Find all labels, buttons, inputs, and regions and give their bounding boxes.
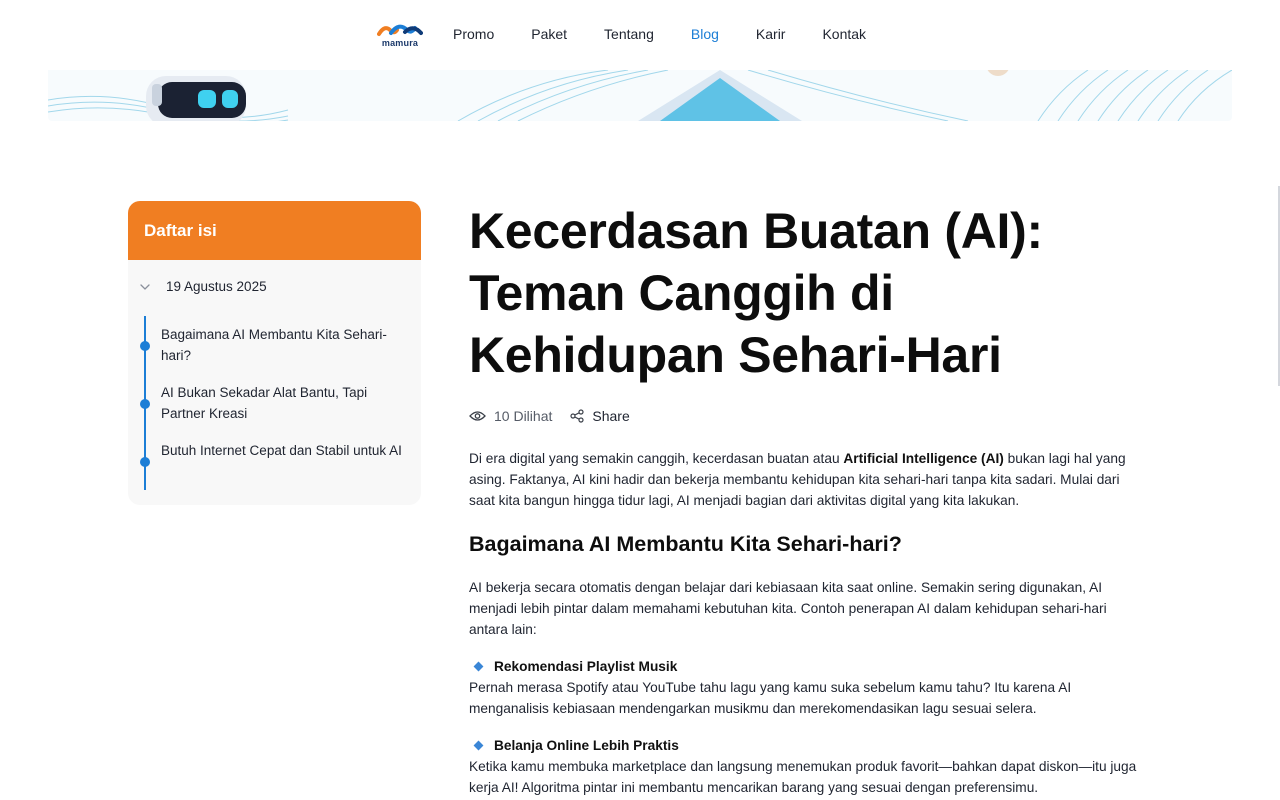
- diamond-bullet-icon: [473, 740, 484, 751]
- list-item-title-text: Rekomendasi Playlist Musik: [494, 659, 678, 674]
- article-meta: 10 Dilihat Share: [469, 405, 1149, 427]
- nav-promo[interactable]: Promo: [453, 26, 494, 46]
- house-illustration-icon: [638, 70, 802, 121]
- list-item-text: Ketika kamu membuka marketplace dan lang…: [469, 759, 1137, 795]
- toc-item-2[interactable]: AI Bukan Sekadar Alat Bantu, Tapi Partne…: [140, 382, 410, 424]
- nav-karir[interactable]: Karir: [756, 26, 786, 46]
- share-icon: [570, 409, 584, 423]
- toc-item-1[interactable]: Bagaimana AI Membantu Kita Sehari-hari?: [140, 324, 410, 366]
- share-button[interactable]: Share: [570, 408, 630, 424]
- article-title: Kecerdasan Buatan (AI): Teman Canggih di…: [469, 200, 1149, 386]
- robot-illustration-icon: [146, 76, 246, 121]
- article: Kecerdasan Buatan (AI): Teman Canggih di…: [469, 200, 1149, 798]
- title-line: Teman Canggih di: [469, 265, 894, 321]
- view-count: 10 Dilihat: [469, 408, 552, 424]
- toc-date-group[interactable]: 19 Agustus 2025: [140, 279, 267, 294]
- chevron-down-icon: [140, 283, 150, 290]
- diamond-bullet-icon: [473, 661, 484, 672]
- main-nav: Promo Paket Tentang Blog Karir Kontak: [453, 26, 903, 46]
- nav-blog[interactable]: Blog: [691, 26, 719, 46]
- share-label: Share: [592, 408, 630, 424]
- nav-paket[interactable]: Paket: [531, 26, 567, 46]
- list-item-text: Pernah merasa Spotify atau YouTube tahu …: [469, 680, 1072, 716]
- toc-dot-icon: [140, 457, 150, 467]
- logo-mark-icon: [377, 24, 423, 36]
- list-item-title: Rekomendasi Playlist Musik: [469, 656, 1149, 677]
- intro-bold: Artificial Intelligence (AI): [843, 451, 1004, 466]
- title-line: Kehidupan Sehari-Hari: [469, 327, 1002, 383]
- toc-item-label: Butuh Internet Cepat dan Stabil untuk AI: [161, 443, 402, 458]
- list-item-title: Belanja Online Lebih Praktis: [469, 735, 1149, 756]
- toc-item-label: Bagaimana AI Membantu Kita Sehari-hari?: [161, 327, 387, 363]
- section-paragraph: AI bekerja secara otomatis dengan belaja…: [469, 580, 1107, 637]
- title-line: Kecerdasan Buatan (AI):: [469, 203, 1043, 259]
- intro-text: Di era digital yang semakin canggih, kec…: [469, 451, 844, 466]
- section-heading: Bagaimana AI Membantu Kita Sehari-hari?: [469, 532, 902, 556]
- intro-paragraph: Di era digital yang semakin canggih, kec…: [469, 448, 1149, 511]
- site-header: mamura Promo Paket Tentang Blog Karir Ko…: [0, 0, 1280, 70]
- toc-dot-icon: [140, 341, 150, 351]
- toc-item-3[interactable]: Butuh Internet Cepat dan Stabil untuk AI: [140, 440, 410, 467]
- nav-kontak[interactable]: Kontak: [822, 26, 866, 46]
- mamura-logo[interactable]: mamura: [377, 22, 423, 48]
- list-item: Rekomendasi Playlist Musik Pernah merasa…: [469, 656, 1149, 719]
- list-item: Belanja Online Lebih Praktis Ketika kamu…: [469, 735, 1149, 798]
- view-count-label: 10 Dilihat: [494, 408, 553, 424]
- hero-banner-image: [48, 70, 1232, 121]
- table-of-contents: Daftar isi 19 Agustus 2025 Bagaimana AI …: [128, 201, 421, 505]
- eye-icon: [469, 411, 486, 421]
- nav-tentang[interactable]: Tentang: [604, 26, 654, 46]
- toc-title: Daftar isi: [128, 201, 421, 260]
- toc-date-label: 19 Agustus 2025: [166, 279, 267, 294]
- toc-item-label: AI Bukan Sekadar Alat Bantu, Tapi Partne…: [161, 385, 368, 421]
- toc-dot-icon: [140, 399, 150, 409]
- list-item-title-text: Belanja Online Lebih Praktis: [494, 738, 679, 753]
- logo-text: mamura: [381, 38, 419, 48]
